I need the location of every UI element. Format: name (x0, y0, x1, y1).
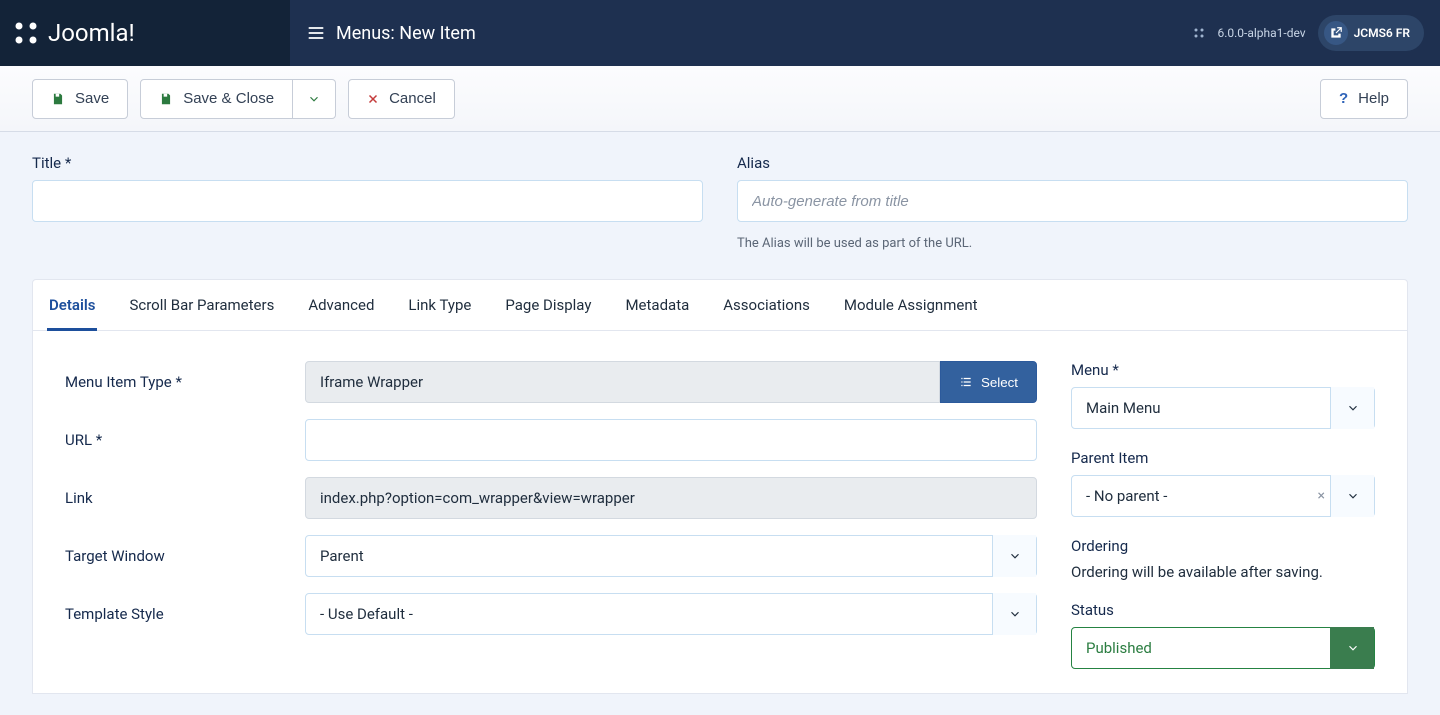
url-input[interactable] (305, 419, 1037, 461)
title-input[interactable] (32, 180, 703, 222)
menu-select[interactable]: Main Menu (1071, 387, 1375, 429)
target-window-label: Target Window (65, 547, 305, 565)
status-label: Status (1071, 601, 1375, 619)
site-name-pill[interactable]: JCMS6 FR (1318, 15, 1424, 51)
close-icon (367, 93, 379, 105)
tab-page-display[interactable]: Page Display (503, 280, 593, 330)
save-dropdown-toggle[interactable] (293, 79, 336, 119)
tab-link-type[interactable]: Link Type (406, 280, 473, 330)
link-value: index.php?option=com_wrapper&view=wrappe… (305, 477, 1037, 519)
chevron-down-icon (307, 92, 321, 106)
brand-area[interactable]: Joomla! (0, 0, 290, 66)
tabs-row: Details Scroll Bar Parameters Advanced L… (33, 280, 1407, 331)
chevron-down-icon (1330, 387, 1374, 429)
template-style-label: Template Style (65, 605, 305, 623)
alias-label: Alias (737, 154, 1408, 172)
save-icon (51, 92, 65, 106)
tab-scroll-bar-parameters[interactable]: Scroll Bar Parameters (127, 280, 276, 330)
save-close-button[interactable]: Save & Close (140, 79, 293, 119)
menu-label: Menu * (1071, 361, 1375, 379)
link-label: Link (65, 489, 305, 507)
menu-icon[interactable] (306, 23, 326, 43)
chevron-down-icon (992, 535, 1036, 577)
alias-hint: The Alias will be used as part of the UR… (737, 236, 1408, 251)
chevron-down-icon (1330, 627, 1374, 669)
parent-item-label: Parent Item (1071, 449, 1375, 467)
title-label: Title * (32, 154, 703, 172)
brand-text: Joomla! (48, 19, 135, 47)
template-style-select[interactable]: - Use Default - (305, 593, 1037, 635)
list-icon (959, 375, 973, 389)
chevron-down-icon (1330, 475, 1374, 517)
joomla-logo-icon (12, 19, 40, 47)
clear-parent-button[interactable]: × (1318, 488, 1325, 504)
page-title: Menus: New Item (336, 23, 476, 44)
status-select[interactable]: Published (1071, 627, 1375, 669)
menu-item-type-label: Menu Item Type * (65, 373, 305, 391)
save-button[interactable]: Save (32, 79, 128, 119)
save-icon (159, 92, 173, 106)
ordering-hint: Ordering will be available after saving. (1071, 563, 1375, 581)
help-button[interactable]: ? Help (1320, 79, 1408, 119)
alias-input[interactable] (737, 180, 1408, 222)
menu-item-type-select-button[interactable]: Select (940, 361, 1037, 403)
tab-metadata[interactable]: Metadata (623, 280, 691, 330)
ordering-label: Ordering (1071, 537, 1375, 555)
toolbar: Save Save & Close Cancel ? Help (0, 66, 1440, 132)
version-text: 6.0.0-alpha1-dev (1217, 26, 1305, 40)
target-window-select[interactable]: Parent (305, 535, 1037, 577)
joomla-small-icon (1193, 27, 1205, 39)
tab-associations[interactable]: Associations (721, 280, 812, 330)
tab-module-assignment[interactable]: Module Assignment (842, 280, 980, 330)
help-icon: ? (1339, 90, 1348, 107)
url-label: URL * (65, 431, 305, 449)
external-link-icon (1324, 21, 1348, 45)
parent-item-select[interactable]: - No parent - (1071, 475, 1375, 517)
site-name: JCMS6 FR (1354, 26, 1410, 40)
menu-item-type-value: Iframe Wrapper (305, 361, 940, 403)
chevron-down-icon (992, 593, 1036, 635)
cancel-button[interactable]: Cancel (348, 79, 455, 119)
tab-details[interactable]: Details (47, 280, 97, 331)
tab-advanced[interactable]: Advanced (306, 280, 376, 330)
